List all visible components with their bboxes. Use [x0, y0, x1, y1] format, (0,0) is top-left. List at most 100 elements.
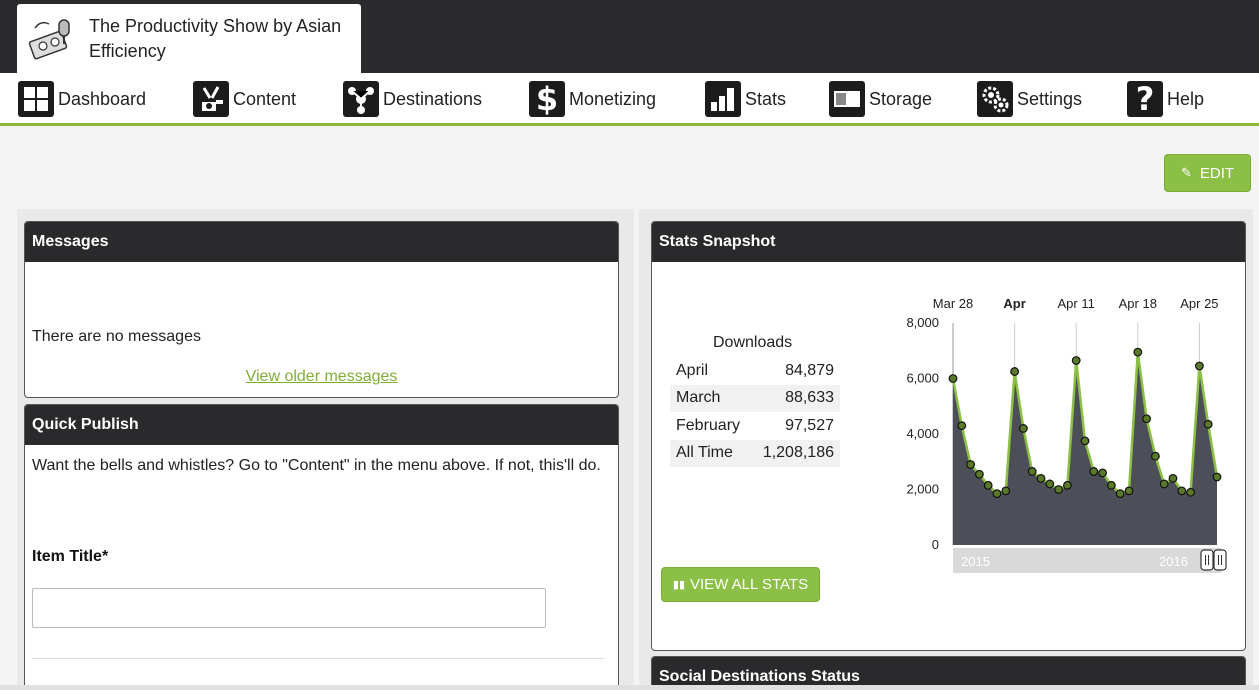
row-label: March: [676, 389, 721, 407]
view-older-messages-link[interactable]: View older messages: [25, 368, 618, 386]
no-messages-text: There are no messages: [32, 328, 201, 345]
chart-point: [1159, 479, 1169, 489]
chart-point: [1142, 414, 1152, 424]
chart-point: [1106, 480, 1116, 490]
bar-chart-icon: [705, 81, 741, 117]
downloads-table: April 84,879 March 88,633 February 97,527 A…: [670, 357, 840, 467]
dashboard-grid-icon: [18, 81, 54, 117]
dollar-icon: $: [529, 81, 565, 117]
chart-x-tick-label: Apr 25: [1180, 296, 1218, 311]
chart-x-tick-label: Apr: [1003, 296, 1025, 311]
nav-label: Settings: [1017, 88, 1083, 109]
item-title-input[interactable]: [32, 588, 546, 628]
chart-y-tick-label: 6,000: [906, 371, 939, 386]
chart-point: [1151, 451, 1160, 461]
navigator-handle[interactable]: [1200, 549, 1214, 571]
chart-point: [1177, 486, 1187, 496]
chart-y-tick-label: 2,000: [906, 482, 939, 497]
chart-point: [1089, 467, 1099, 476]
chart-y-tick-label: 8,000: [906, 315, 939, 330]
pencil-icon: ✎: [1180, 165, 1192, 180]
chart-point: [1195, 361, 1204, 371]
edit-button-label: EDIT: [1199, 164, 1235, 182]
downloads-row: April 84,879: [670, 357, 840, 385]
chart-point: [992, 489, 1002, 499]
downloads-chart: Mar 28 Apr Apr 11 Apr 18 Apr 25 0 2,000 4,000 6,…: [906, 296, 1227, 573]
row-label: All Time: [676, 444, 733, 462]
chart-point: [1098, 468, 1108, 478]
chart-point: [1168, 473, 1178, 483]
chart-x-tick-label: Mar 28: [933, 296, 973, 311]
quick-publish-panel: Quick Publish Want the bells and whistle…: [24, 404, 619, 690]
view-all-stats-label: VIEW ALL STATS: [690, 576, 809, 593]
downloads-row: February 97,527: [670, 412, 840, 440]
chart-point: [1133, 347, 1143, 357]
chart-point: [974, 469, 984, 479]
nav-storage[interactable]: Storage: [829, 81, 932, 117]
chart-point: [1018, 424, 1028, 433]
quick-publish-header: Quick Publish: [25, 405, 618, 445]
nav-label: Help: [1167, 88, 1205, 109]
downloads-row: All Time 1,208,186: [670, 439, 840, 467]
row-value: 88,633: [785, 389, 834, 407]
bar-chart-icon: ▮▮: [672, 579, 685, 591]
nav-dashboard[interactable]: Dashboard: [18, 81, 146, 117]
chart-point: [1045, 479, 1055, 489]
edit-button[interactable]: ✎ EDIT: [1164, 154, 1251, 192]
nav-monetizing[interactable]: $ Monetizing: [529, 81, 656, 117]
nav-content[interactable]: Content: [193, 81, 296, 117]
chart-area: [953, 352, 1217, 545]
nav-help[interactable]: ? Help: [1127, 81, 1204, 117]
chart-point: [983, 480, 993, 490]
chart-x-tick-label: Apr 11: [1058, 296, 1095, 311]
chart-point: [1115, 489, 1125, 499]
nav-label: Dashboard: [58, 88, 147, 109]
destinations-share-icon: [343, 81, 379, 117]
right-column: Stats Snapshot Downloads April 84,879 Mar…: [639, 209, 1253, 690]
nav-label: Storage: [869, 88, 933, 109]
question-mark-icon: ?: [1127, 81, 1163, 117]
chart-point: [1124, 486, 1134, 496]
left-column: Messages There are no messages View olde…: [17, 209, 634, 690]
nav-destinations[interactable]: Destinations: [343, 81, 482, 117]
row-value: 1,208,186: [762, 444, 834, 462]
item-title-label: Item Title*: [32, 548, 109, 565]
chart-point: [966, 460, 975, 469]
row-label: April: [676, 361, 709, 379]
view-all-stats-button[interactable]: ▮▮ VIEW ALL STATS: [661, 567, 820, 602]
chart-point: [1186, 487, 1196, 497]
podcast-mixer-logo: [28, 18, 70, 59]
site-title: The Productivity Show by Asian Efficienc…: [89, 15, 342, 61]
nav-stats[interactable]: Stats: [705, 81, 786, 117]
main-nav: Dashboard Content Destinations $ Monetiz…: [0, 73, 1259, 126]
chart-point: [1027, 467, 1037, 476]
nav-label: Monetizing: [569, 88, 657, 109]
chart-point: [1010, 367, 1020, 376]
nav-label: Destinations: [383, 88, 483, 109]
chart-y-tick-label: 0: [932, 537, 939, 552]
navigator-handle[interactable]: [1213, 549, 1227, 571]
chart-point: [1212, 472, 1222, 482]
navigator-label: 2016: [1159, 554, 1188, 569]
downloads-title: Downloads: [713, 334, 793, 351]
row-label: February: [676, 416, 741, 434]
chart-point: [1071, 356, 1081, 365]
bottom-strip: [0, 685, 1259, 690]
navigator-label: 2015: [961, 554, 990, 569]
chart-point: [1062, 480, 1072, 490]
divider: [32, 658, 604, 659]
stats-snapshot-panel: Stats Snapshot Downloads April 84,879 Mar…: [651, 221, 1246, 651]
content-tools-icon: [193, 81, 229, 117]
row-value: 97,527: [785, 416, 834, 434]
chart-point: [1203, 419, 1213, 429]
site-tab[interactable]: The Productivity Show by Asian Efficienc…: [17, 4, 361, 73]
quick-publish-description: Want the bells and whistles? Go to "Cont…: [32, 457, 601, 474]
chart-point: [948, 374, 958, 383]
nav-label: Content: [233, 88, 297, 109]
downloads-row: March 88,633: [670, 384, 840, 412]
storage-battery-icon: [829, 81, 865, 117]
nav-settings[interactable]: Settings: [977, 81, 1082, 117]
top-bar: The Productivity Show by Asian Efficienc…: [0, 0, 1259, 73]
chart-point: [1054, 485, 1064, 494]
chart-point: [957, 421, 967, 431]
